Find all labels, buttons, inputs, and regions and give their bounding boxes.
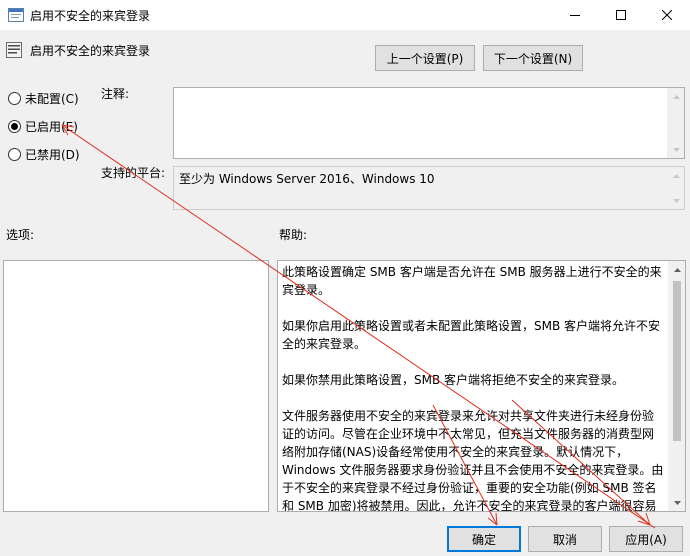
platform-scrollbar xyxy=(667,167,684,209)
radio-disabled[interactable]: 已禁用(D) xyxy=(8,145,80,163)
next-setting-button[interactable]: 下一个设置(N) xyxy=(483,45,583,71)
minimize-button[interactable] xyxy=(552,0,598,30)
maximize-icon xyxy=(616,10,626,20)
previous-setting-button[interactable]: 上一个设置(P) xyxy=(375,45,475,71)
policy-setting-icon xyxy=(6,42,22,58)
help-paragraph: 如果你启用此策略设置或者未配置此策略设置，SMB 客户端将允许不安全的来宾登录。 xyxy=(282,319,661,351)
scroll-down-icon xyxy=(668,192,685,209)
ok-button[interactable]: 确定 xyxy=(447,526,521,552)
comment-scrollbar[interactable] xyxy=(667,88,684,158)
annotation-arrowhead xyxy=(645,512,651,526)
platform-field: 至少为 Windows Server 2016、Windows 10 xyxy=(173,166,685,210)
scroll-up-icon[interactable] xyxy=(669,261,685,278)
apply-button[interactable]: 应用(A) xyxy=(609,526,683,552)
radio-disabled-label: 已禁用(D) xyxy=(25,147,80,162)
annotation-arrowhead xyxy=(495,512,498,526)
help-text: 此策略设置确定 SMB 客户端是否允许在 SMB 服务器上进行不安全的来宾登录。… xyxy=(282,263,665,512)
annotation-arrowhead xyxy=(487,517,498,526)
platform-value: 至少为 Windows Server 2016、Windows 10 xyxy=(179,172,435,186)
annotation-arrowhead xyxy=(637,520,651,526)
radio-not-configured-label: 未配置(C) xyxy=(25,91,79,106)
scroll-down-icon[interactable] xyxy=(669,494,685,511)
help-paragraph: 如果你禁用此策略设置，SMB 客户端将拒绝不安全的来宾登录。 xyxy=(282,373,625,387)
radio-circle[interactable] xyxy=(8,147,21,161)
help-section-label: 帮助: xyxy=(279,228,308,242)
radio-not-configured[interactable]: 未配置(C) xyxy=(8,89,79,107)
comment-textarea[interactable] xyxy=(173,87,685,159)
radio-circle-selected[interactable] xyxy=(8,119,21,133)
radio-enabled-label: 已启用(E) xyxy=(25,119,78,134)
window-title: 启用不安全的来宾登录 xyxy=(30,9,151,23)
options-section-label: 选项: xyxy=(6,228,35,242)
help-paragraph: 此策略设置确定 SMB 客户端是否允许在 SMB 服务器上进行不安全的来宾登录。 xyxy=(282,265,662,297)
help-scroll-thumb[interactable] xyxy=(673,281,681,441)
help-paragraph: 文件服务器使用不安全的来宾登录来允许对共享文件夹进行未经身份验证的访问。尽管在企… xyxy=(282,409,664,512)
comment-label: 注释: xyxy=(101,87,130,101)
policy-window-icon xyxy=(8,8,24,22)
help-scrollbar[interactable] xyxy=(668,261,685,511)
scroll-down-icon[interactable] xyxy=(668,141,685,158)
setting-title: 启用不安全的来宾登录 xyxy=(30,44,151,58)
scroll-up-icon[interactable] xyxy=(668,88,685,105)
radio-circle[interactable] xyxy=(8,91,21,105)
cancel-button[interactable]: 取消 xyxy=(528,526,602,552)
close-button[interactable] xyxy=(644,0,690,30)
options-panel xyxy=(3,260,269,512)
title-bar: 启用不安全的来宾登录 xyxy=(0,0,690,30)
maximize-button[interactable] xyxy=(598,0,644,30)
minimize-icon xyxy=(570,15,580,16)
radio-enabled[interactable]: 已启用(E) xyxy=(8,117,78,135)
scroll-up-icon xyxy=(668,167,685,184)
help-panel[interactable]: 此策略设置确定 SMB 客户端是否允许在 SMB 服务器上进行不安全的来宾登录。… xyxy=(277,260,686,512)
platform-label: 支持的平台: xyxy=(101,166,166,180)
close-icon xyxy=(662,10,672,20)
